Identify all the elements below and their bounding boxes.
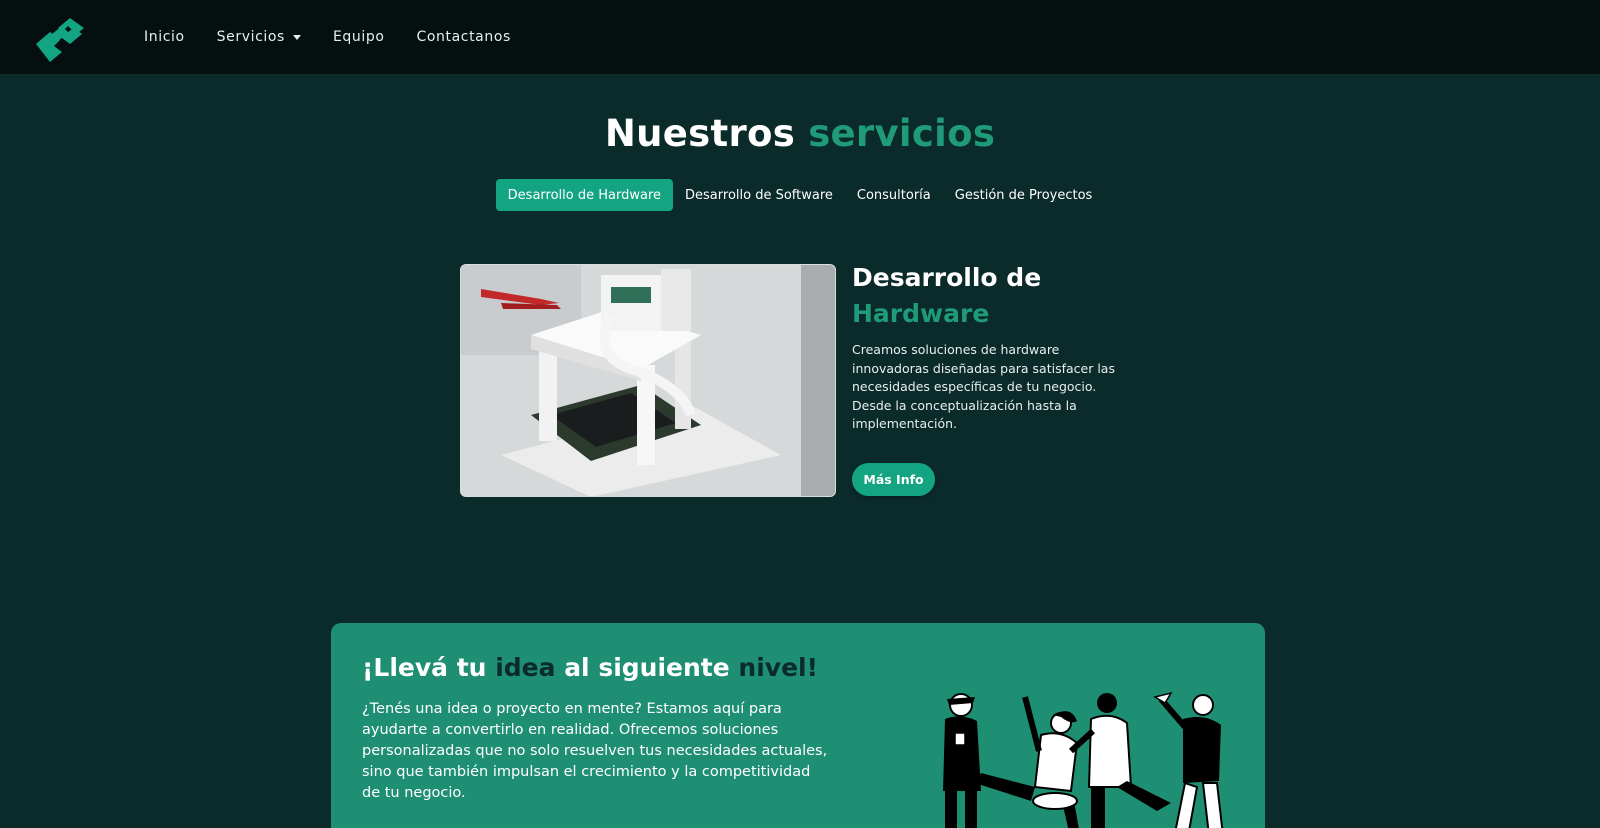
nav-servicios-label: Servicios (216, 29, 285, 45)
service-description: Creamos soluciones de hardware innovador… (852, 342, 1115, 431)
cta-title: ¡Llevá tu idea al siguiente nivel! (362, 653, 818, 682)
service-title-line2: Hardware (852, 299, 990, 328)
person-4 (1153, 691, 1224, 828)
tab-hardware[interactable]: Desarrollo de Hardware (495, 179, 674, 211)
person-1 (943, 693, 981, 828)
tab-software[interactable]: Desarrollo de Software (673, 179, 845, 211)
cta-title-part1: ¡Llevá tu (362, 653, 496, 682)
cta-title-nivel: nivel! (738, 653, 819, 682)
services-tabs: Desarrollo de Hardware Desarrollo de Sof… (0, 179, 1600, 211)
cta-title-part2: al siguiente (555, 653, 739, 682)
nav-inicio-label: Inicio (144, 29, 185, 45)
service-detail-title: Desarrollo de Hardware (852, 260, 1132, 332)
service-title-line1: Desarrollo de (852, 263, 1042, 292)
person-3 (1068, 693, 1171, 828)
services-title-main: Nuestros (604, 112, 796, 155)
nav-inicio[interactable]: Inicio (144, 29, 185, 45)
hardware-photo (460, 264, 836, 497)
hardware-device-illustration (461, 265, 835, 496)
services-title-accent: servicios (808, 112, 996, 155)
cta-card: ¡Llevá tu idea al siguiente nivel! ¿Tené… (331, 623, 1265, 828)
tab-consultoria[interactable]: Consultoría (845, 179, 943, 211)
person-2 (975, 696, 1079, 828)
nav-contactanos[interactable]: Contactanos (417, 29, 511, 45)
services-title: Nuestros servicios (0, 112, 1600, 155)
cta-description: ¿Tenés una idea o proyecto en mente? Est… (362, 701, 828, 801)
nav-links: Inicio Servicios Equipo Contactanos (144, 0, 543, 74)
navbar: Inicio Servicios Equipo Contactanos (0, 0, 1600, 74)
nav-servicios[interactable]: Servicios (217, 29, 301, 45)
nav-equipo[interactable]: Equipo (333, 29, 385, 45)
cta-title-idea: idea (495, 653, 556, 682)
nav-equipo-label: Equipo (332, 29, 385, 45)
team-illustration (943, 691, 1224, 828)
caret-down-icon (292, 34, 301, 40)
brand-logo-icon[interactable] (32, 10, 88, 64)
nav-contactanos-label: Contactanos (416, 29, 511, 45)
tab-gestion-proyectos[interactable]: Gestión de Proyectos (943, 179, 1105, 211)
more-info-button[interactable]: Más Info (852, 463, 935, 496)
